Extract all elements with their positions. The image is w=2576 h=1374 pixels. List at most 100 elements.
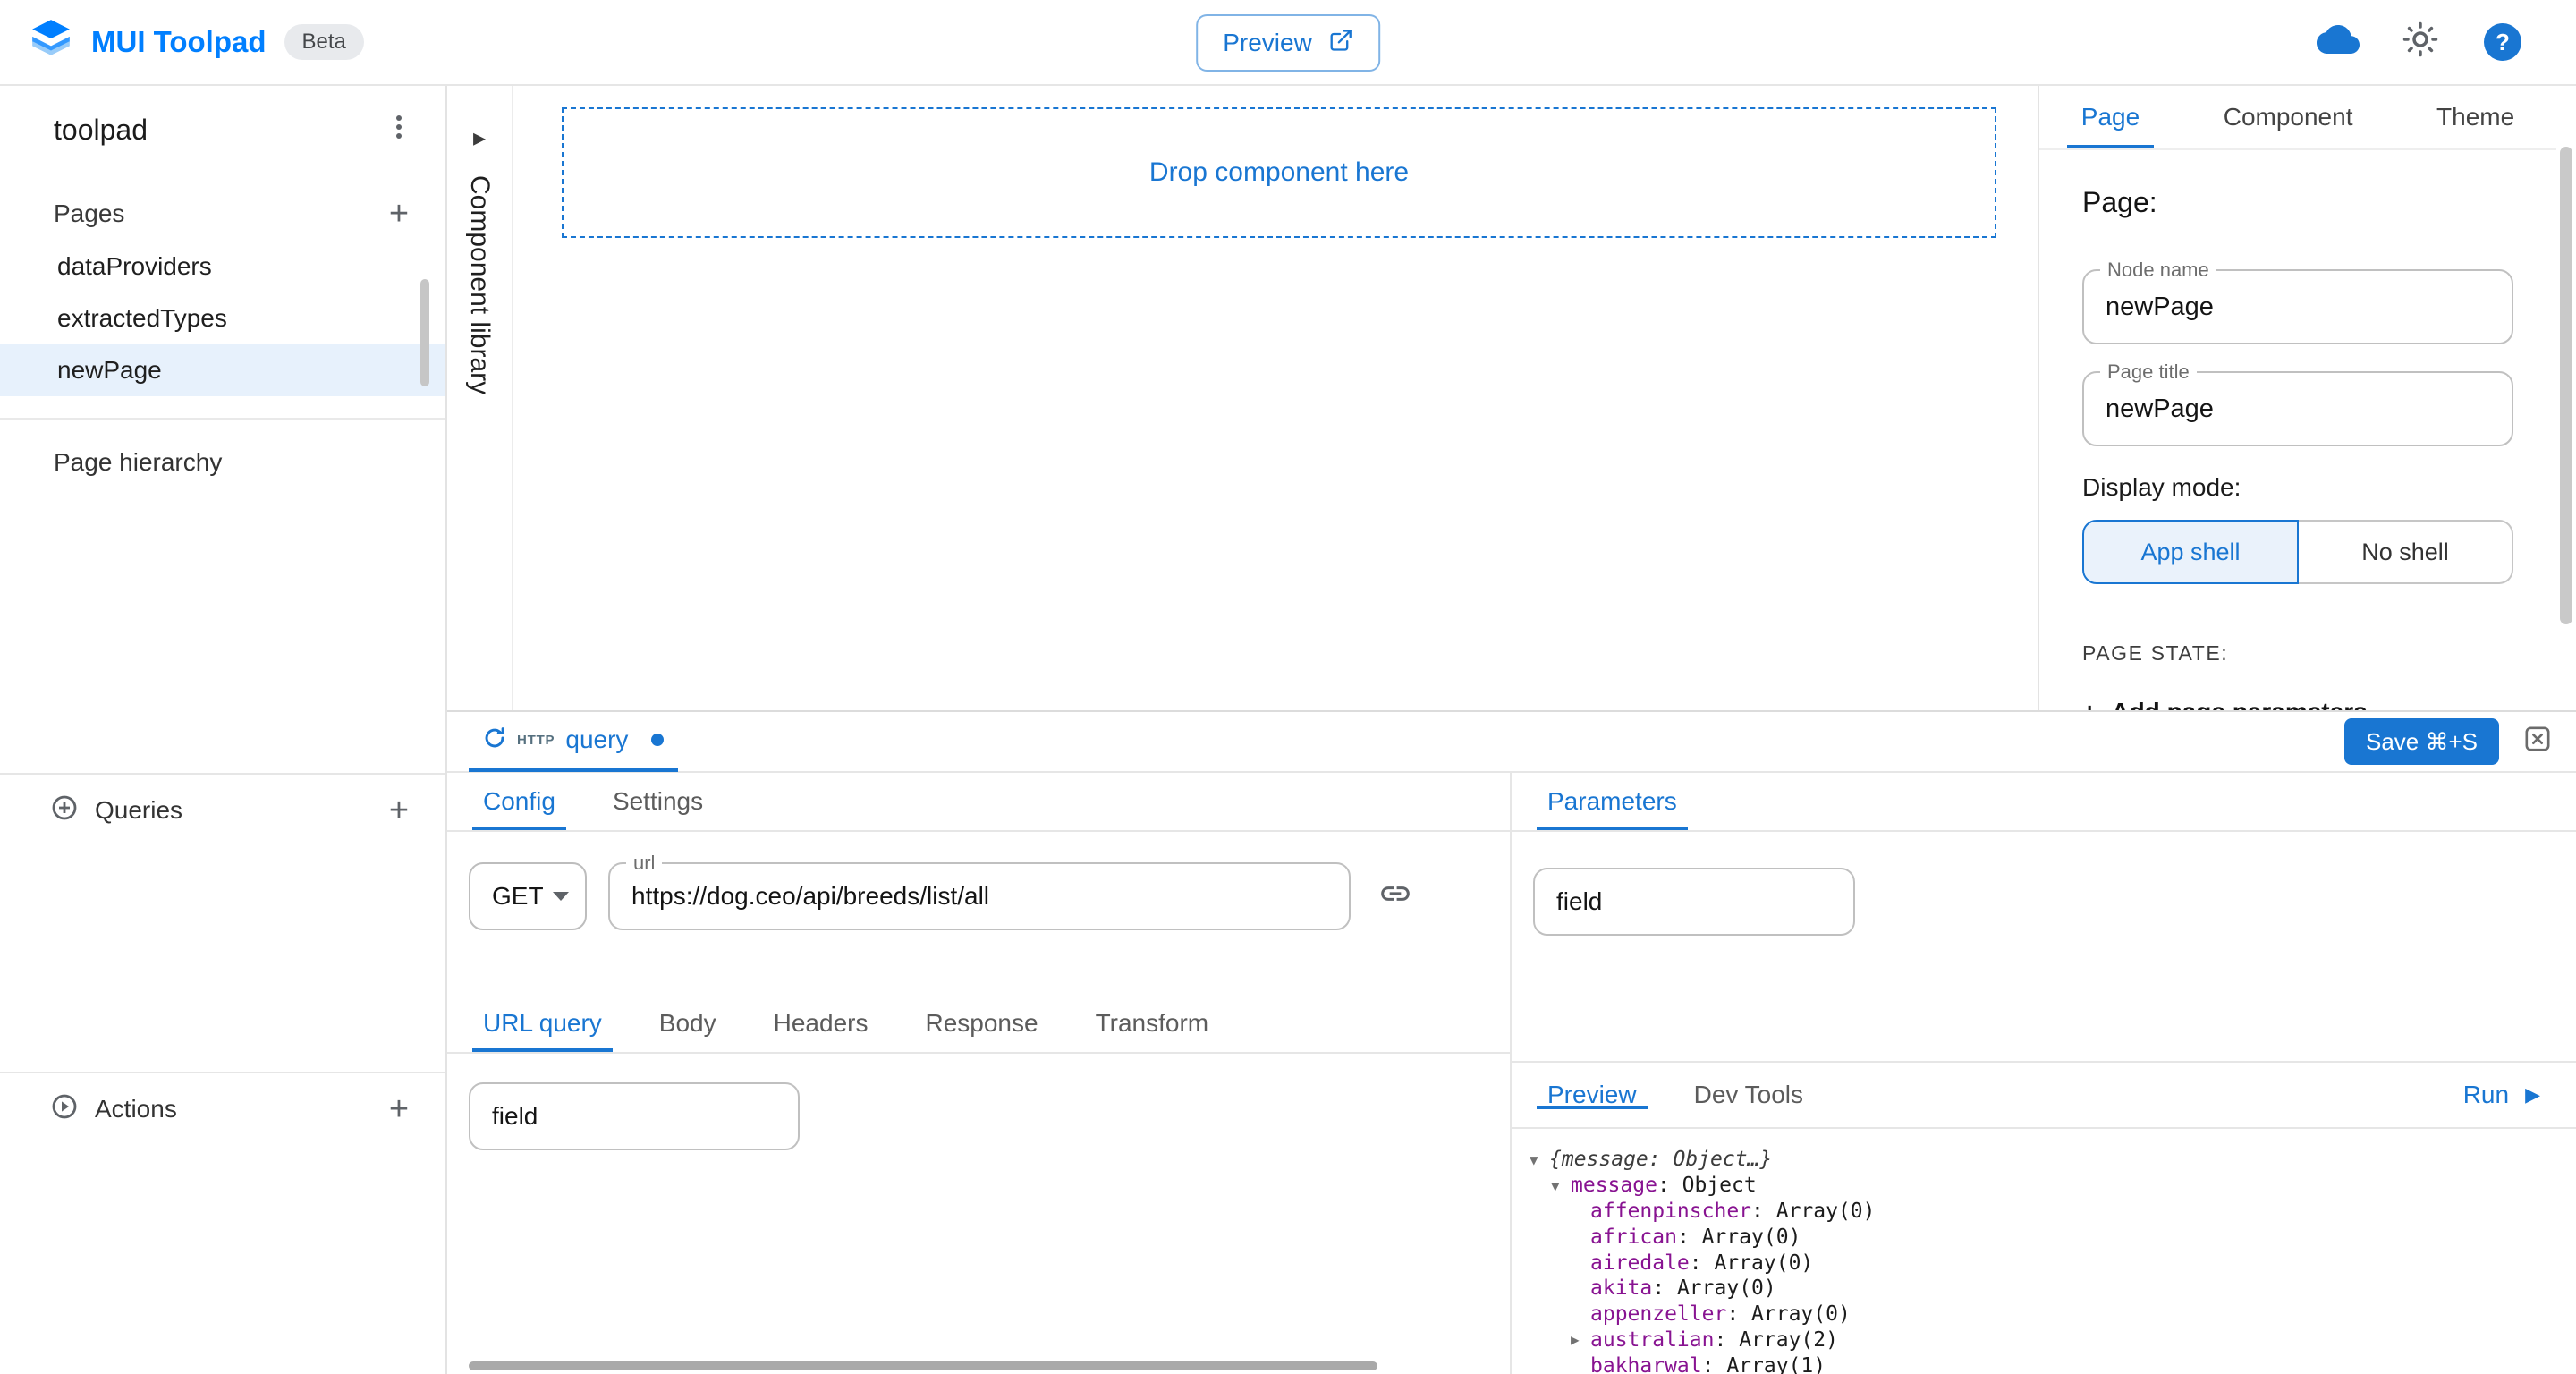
- pages-list-scrollbar[interactable]: [420, 279, 429, 386]
- inspector-scrollbar-thumb[interactable]: [2560, 147, 2572, 624]
- tab-url-query[interactable]: URL query: [454, 995, 631, 1052]
- add-page-button[interactable]: +: [377, 192, 420, 235]
- json-key: affenpinscher: [1590, 1200, 1751, 1223]
- expand-arrow-icon[interactable]: ▼: [1551, 1177, 1571, 1194]
- tab-response[interactable]: Response: [896, 995, 1066, 1052]
- external-link-icon: [1328, 28, 1353, 59]
- http-protocol-label: HTTP: [517, 733, 555, 748]
- horizontal-scrollbar-thumb[interactable]: [469, 1361, 1377, 1370]
- expand-arrow-icon[interactable]: ▼: [1530, 1151, 1549, 1168]
- run-label: Run: [2463, 1081, 2509, 1109]
- json-root-preview: {message: Object…}: [1549, 1148, 1772, 1171]
- tab-component[interactable]: Component: [2209, 86, 2368, 148]
- tab-config[interactable]: Config: [454, 773, 584, 830]
- page-canvas: Drop component here: [513, 86, 2038, 710]
- queries-divider: [0, 773, 445, 775]
- toolpad-logo-icon: [29, 16, 73, 68]
- tab-theme[interactable]: Theme: [2422, 86, 2529, 148]
- deploy-status-button[interactable]: [2315, 19, 2361, 65]
- add-action-button[interactable]: +: [377, 1088, 420, 1131]
- json-separator: :: [1726, 1302, 1751, 1326]
- drop-zone[interactable]: Drop component here: [562, 107, 1996, 238]
- plus-icon: +: [2082, 698, 2097, 710]
- node-name-input[interactable]: [2106, 293, 2490, 322]
- actions-header-label: Actions: [95, 1095, 177, 1124]
- component-library-strip: ▸ Component library: [447, 86, 513, 710]
- add-page-parameters-button[interactable]: + Add page parameters: [2082, 698, 2513, 710]
- json-separator: :: [1714, 1328, 1739, 1352]
- parameter-input[interactable]: [1556, 887, 1832, 916]
- project-menu-button[interactable]: [381, 109, 417, 151]
- theme-toggle-button[interactable]: [2397, 19, 2444, 65]
- toggle-no-shell[interactable]: No shell: [2299, 520, 2513, 584]
- app-bar-actions: ?: [2315, 19, 2547, 65]
- save-button[interactable]: Save ⌘+S: [2344, 718, 2499, 765]
- help-button[interactable]: ?: [2479, 19, 2526, 65]
- json-value: Array(0): [1714, 1251, 1813, 1275]
- result-tabs: Preview Dev Tools Run ▶: [1512, 1063, 2576, 1129]
- json-value: Array(0): [1702, 1226, 1801, 1249]
- json-value: Object: [1682, 1174, 1757, 1197]
- query-editor-body: Config Settings GET url: [447, 773, 2576, 1374]
- result-section: Preview Dev Tools Run ▶ ▼{message: Objec…: [1512, 1061, 2576, 1374]
- expand-library-icon[interactable]: ▸: [473, 125, 486, 150]
- play-icon: ▶: [2525, 1085, 2540, 1105]
- tab-preview[interactable]: Preview: [1519, 1081, 1665, 1109]
- kebab-icon: [385, 120, 413, 147]
- url-query-input[interactable]: [492, 1102, 776, 1131]
- help-icon: ?: [2484, 23, 2521, 61]
- close-editor-button[interactable]: [2524, 725, 2551, 759]
- add-page-parameters-label: Add page parameters: [2111, 698, 2367, 710]
- actions-section-header: Actions +: [0, 1082, 445, 1136]
- cloud-icon: [2317, 18, 2360, 67]
- json-key: australian: [1590, 1328, 1714, 1352]
- json-tree-row: ▼message: Object: [1530, 1173, 2576, 1199]
- queries-header-label: Queries: [95, 796, 182, 825]
- query-config-pane: Config Settings GET url: [447, 773, 1512, 1374]
- toggle-app-shell[interactable]: App shell: [2082, 520, 2299, 584]
- tab-settings[interactable]: Settings: [584, 773, 732, 830]
- add-query-button[interactable]: +: [377, 789, 420, 832]
- json-key: african: [1590, 1226, 1677, 1249]
- query-tab[interactable]: HTTP query: [469, 711, 678, 772]
- sidebar: toolpad Pages + dataProviders extractedT…: [0, 86, 447, 1374]
- unsaved-indicator-dot: [651, 734, 664, 746]
- json-preview-tree: ▼{message: Object…} ▼message: Object aff…: [1512, 1129, 2576, 1374]
- run-button[interactable]: Run ▶: [2453, 1079, 2569, 1111]
- query-editor-panel: HTTP query Save ⌘+S Config Settings: [447, 710, 2576, 1374]
- json-key: appenzeller: [1590, 1302, 1726, 1326]
- beta-badge: Beta: [284, 24, 364, 60]
- sidebar-item-extractedtypes[interactable]: extractedTypes: [0, 293, 445, 344]
- page-hierarchy-item[interactable]: Page hierarchy: [0, 420, 445, 477]
- tab-transform[interactable]: Transform: [1067, 995, 1238, 1052]
- tab-parameters[interactable]: Parameters: [1519, 773, 1706, 830]
- page-title-label: Page title: [2100, 360, 2197, 384]
- page-title-field: Page title: [2082, 371, 2513, 446]
- component-library-label[interactable]: Component library: [464, 175, 495, 394]
- url-input[interactable]: [631, 882, 1327, 911]
- preview-button-label: Preview: [1223, 29, 1312, 57]
- json-key: akita: [1590, 1276, 1652, 1300]
- json-tree-row: ▼{message: Object…}: [1530, 1147, 2576, 1173]
- inspector-tabs: Page Component Theme: [2039, 86, 2556, 150]
- page-title-input[interactable]: [2106, 394, 2490, 424]
- parameter-field: [1533, 868, 1855, 936]
- json-value: Array(0): [1677, 1276, 1776, 1300]
- preview-button[interactable]: Preview: [1196, 14, 1380, 72]
- tab-dev-tools[interactable]: Dev Tools: [1665, 1081, 1832, 1109]
- tab-headers[interactable]: Headers: [745, 995, 897, 1052]
- sync-icon: [483, 724, 506, 757]
- inspector-scrollbar[interactable]: [2560, 86, 2574, 710]
- link-icon: [1378, 877, 1412, 917]
- bind-url-button[interactable]: [1372, 873, 1419, 920]
- expand-arrow-icon[interactable]: ▶: [1571, 1331, 1590, 1348]
- method-select[interactable]: GET: [469, 862, 587, 930]
- pages-section-header: Pages +: [0, 187, 445, 241]
- sidebar-item-newpage[interactable]: newPage: [0, 344, 445, 396]
- node-name-field: Node name: [2082, 269, 2513, 344]
- sidebar-item-dataproviders[interactable]: dataProviders: [0, 241, 445, 293]
- json-tree-row: affenpinscher: Array(0): [1530, 1199, 2576, 1225]
- brand: MUI Toolpad Beta: [29, 16, 364, 68]
- tab-page[interactable]: Page: [2067, 86, 2154, 148]
- tab-body[interactable]: Body: [631, 995, 745, 1052]
